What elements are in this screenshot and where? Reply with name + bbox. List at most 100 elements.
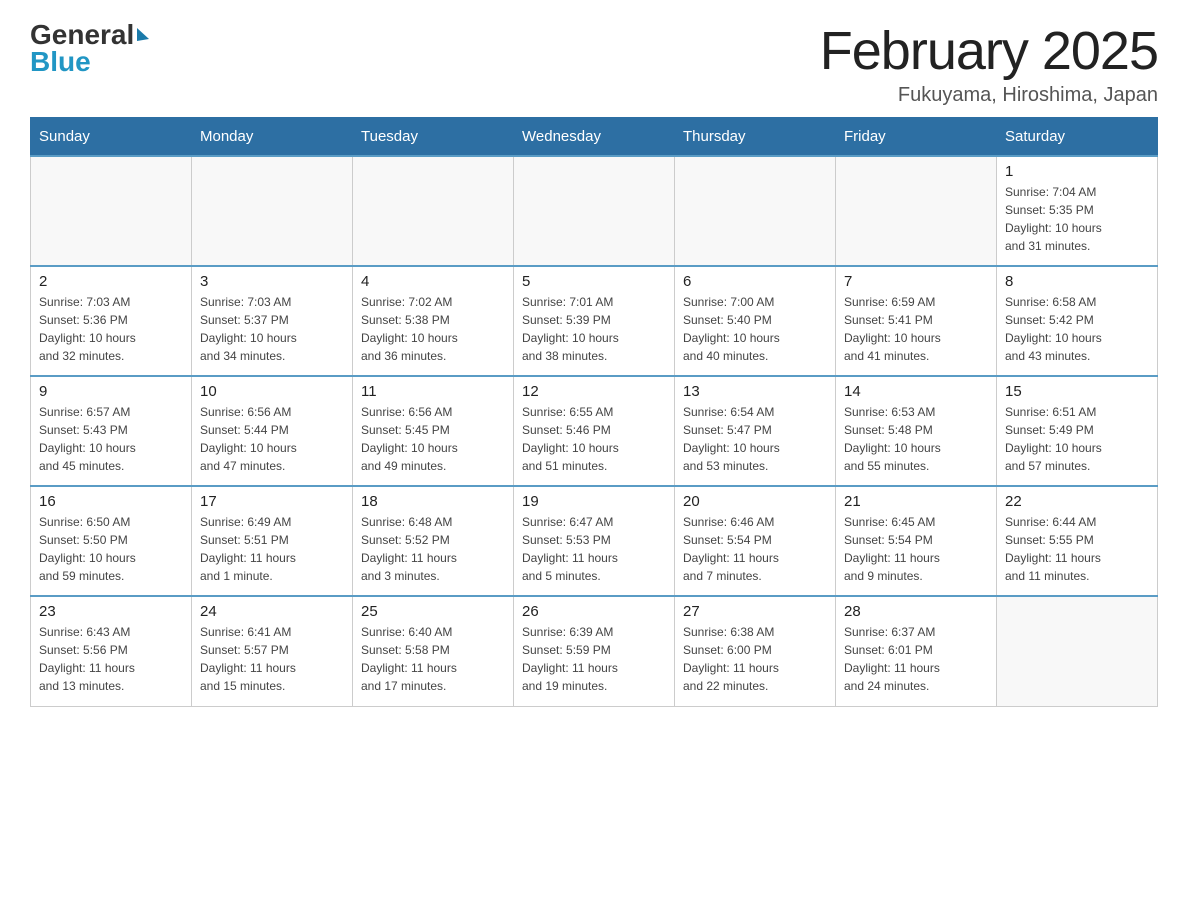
calendar-cell: 9 Sunrise: 6:57 AM Sunset: 5:43 PM Daylig… <box>31 376 192 486</box>
calendar-cell: 13 Sunrise: 6:54 AM Sunset: 5:47 PM Dayli… <box>675 376 836 486</box>
day-number: 21 <box>844 493 988 510</box>
calendar-cell: 23Sunrise: 6:43 AM Sunset: 5:56 PM Dayli… <box>31 596 192 706</box>
calendar-week-row: 16 Sunrise: 6:50 AM Sunset: 5:50 PM Dayli… <box>31 486 1158 596</box>
calendar-week-row: 1 Sunrise: 7:04 AM Sunset: 5:35 PM Daylig… <box>31 156 1158 266</box>
day-number: 6 <box>683 273 827 290</box>
calendar-cell <box>997 596 1158 706</box>
day-number: 9 <box>39 383 183 400</box>
day-number: 10 <box>200 383 344 400</box>
calendar-cell: 1 Sunrise: 7:04 AM Sunset: 5:35 PM Daylig… <box>997 156 1158 266</box>
calendar-cell: 10 Sunrise: 6:56 AM Sunset: 5:44 PM Dayli… <box>192 376 353 486</box>
calendar-week-row: 23Sunrise: 6:43 AM Sunset: 5:56 PM Dayli… <box>31 596 1158 706</box>
day-info: Sunrise: 6:49 AM Sunset: 5:51 PM Dayligh… <box>200 513 344 585</box>
day-number: 7 <box>844 273 988 290</box>
calendar-cell: 2 Sunrise: 7:03 AM Sunset: 5:36 PM Daylig… <box>31 266 192 376</box>
calendar-cell <box>514 156 675 266</box>
day-info: Sunrise: 6:44 AM Sunset: 5:55 PM Dayligh… <box>1005 513 1149 585</box>
calendar-cell: 26 Sunrise: 6:39 AM Sunset: 5:59 PM Dayli… <box>514 596 675 706</box>
day-number: 24 <box>200 603 344 620</box>
day-info: Sunrise: 6:43 AM Sunset: 5:56 PM Dayligh… <box>39 623 183 695</box>
calendar-cell: 12Sunrise: 6:55 AM Sunset: 5:46 PM Dayli… <box>514 376 675 486</box>
day-number: 20 <box>683 493 827 510</box>
calendar-week-row: 2 Sunrise: 7:03 AM Sunset: 5:36 PM Daylig… <box>31 266 1158 376</box>
col-friday: Friday <box>836 118 997 157</box>
calendar-cell: 27Sunrise: 6:38 AM Sunset: 6:00 PM Dayli… <box>675 596 836 706</box>
calendar-cell: 11 Sunrise: 6:56 AM Sunset: 5:45 PM Dayli… <box>353 376 514 486</box>
day-number: 16 <box>39 493 183 510</box>
day-info: Sunrise: 6:39 AM Sunset: 5:59 PM Dayligh… <box>522 623 666 695</box>
day-info: Sunrise: 6:46 AM Sunset: 5:54 PM Dayligh… <box>683 513 827 585</box>
day-info: Sunrise: 6:58 AM Sunset: 5:42 PM Dayligh… <box>1005 293 1149 365</box>
day-number: 11 <box>361 383 505 400</box>
day-info: Sunrise: 6:45 AM Sunset: 5:54 PM Dayligh… <box>844 513 988 585</box>
day-info: Sunrise: 6:55 AM Sunset: 5:46 PM Dayligh… <box>522 403 666 475</box>
day-info: Sunrise: 7:03 AM Sunset: 5:36 PM Dayligh… <box>39 293 183 365</box>
calendar-cell <box>675 156 836 266</box>
col-wednesday: Wednesday <box>514 118 675 157</box>
col-sunday: Sunday <box>31 118 192 157</box>
day-number: 25 <box>361 603 505 620</box>
calendar-header-row: Sunday Monday Tuesday Wednesday Thursday… <box>31 118 1158 157</box>
logo: General Blue <box>30 20 149 78</box>
day-info: Sunrise: 6:59 AM Sunset: 5:41 PM Dayligh… <box>844 293 988 365</box>
col-saturday: Saturday <box>997 118 1158 157</box>
day-number: 1 <box>1005 163 1149 180</box>
day-number: 5 <box>522 273 666 290</box>
calendar-cell <box>192 156 353 266</box>
col-tuesday: Tuesday <box>353 118 514 157</box>
calendar-cell <box>31 156 192 266</box>
calendar-cell: 16 Sunrise: 6:50 AM Sunset: 5:50 PM Dayli… <box>31 486 192 596</box>
day-info: Sunrise: 7:03 AM Sunset: 5:37 PM Dayligh… <box>200 293 344 365</box>
calendar-cell: 21 Sunrise: 6:45 AM Sunset: 5:54 PM Dayli… <box>836 486 997 596</box>
logo-arrow-icon <box>137 28 149 41</box>
day-info: Sunrise: 6:50 AM Sunset: 5:50 PM Dayligh… <box>39 513 183 585</box>
col-monday: Monday <box>192 118 353 157</box>
day-info: Sunrise: 6:53 AM Sunset: 5:48 PM Dayligh… <box>844 403 988 475</box>
day-number: 28 <box>844 603 988 620</box>
location: Fukuyama, Hiroshima, Japan <box>820 84 1158 107</box>
day-number: 26 <box>522 603 666 620</box>
day-info: Sunrise: 6:51 AM Sunset: 5:49 PM Dayligh… <box>1005 403 1149 475</box>
calendar-cell: 15Sunrise: 6:51 AM Sunset: 5:49 PM Dayli… <box>997 376 1158 486</box>
day-number: 2 <box>39 273 183 290</box>
day-number: 13 <box>683 383 827 400</box>
logo-blue: Blue <box>30 47 149 78</box>
day-number: 19 <box>522 493 666 510</box>
calendar-cell: 4Sunrise: 7:02 AM Sunset: 5:38 PM Daylig… <box>353 266 514 376</box>
day-info: Sunrise: 6:56 AM Sunset: 5:45 PM Dayligh… <box>361 403 505 475</box>
calendar-table: Sunday Monday Tuesday Wednesday Thursday… <box>30 117 1158 707</box>
calendar-cell: 3Sunrise: 7:03 AM Sunset: 5:37 PM Daylig… <box>192 266 353 376</box>
day-info: Sunrise: 7:04 AM Sunset: 5:35 PM Dayligh… <box>1005 183 1149 255</box>
day-number: 17 <box>200 493 344 510</box>
day-info: Sunrise: 6:47 AM Sunset: 5:53 PM Dayligh… <box>522 513 666 585</box>
day-info: Sunrise: 6:56 AM Sunset: 5:44 PM Dayligh… <box>200 403 344 475</box>
calendar-cell: 7 Sunrise: 6:59 AM Sunset: 5:41 PM Daylig… <box>836 266 997 376</box>
day-info: Sunrise: 6:37 AM Sunset: 6:01 PM Dayligh… <box>844 623 988 695</box>
day-number: 27 <box>683 603 827 620</box>
calendar-cell: 5Sunrise: 7:01 AM Sunset: 5:39 PM Daylig… <box>514 266 675 376</box>
calendar-cell: 25 Sunrise: 6:40 AM Sunset: 5:58 PM Dayli… <box>353 596 514 706</box>
calendar-cell: 24 Sunrise: 6:41 AM Sunset: 5:57 PM Dayli… <box>192 596 353 706</box>
day-info: Sunrise: 7:02 AM Sunset: 5:38 PM Dayligh… <box>361 293 505 365</box>
calendar-cell <box>353 156 514 266</box>
title-block: February 2025 Fukuyama, Hiroshima, Japan <box>820 20 1158 107</box>
day-info: Sunrise: 6:57 AM Sunset: 5:43 PM Dayligh… <box>39 403 183 475</box>
day-number: 18 <box>361 493 505 510</box>
calendar-cell: 22 Sunrise: 6:44 AM Sunset: 5:55 PM Dayli… <box>997 486 1158 596</box>
day-info: Sunrise: 6:54 AM Sunset: 5:47 PM Dayligh… <box>683 403 827 475</box>
day-number: 14 <box>844 383 988 400</box>
calendar-cell: 6Sunrise: 7:00 AM Sunset: 5:40 PM Daylig… <box>675 266 836 376</box>
calendar-cell: 17 Sunrise: 6:49 AM Sunset: 5:51 PM Dayli… <box>192 486 353 596</box>
page-header: General Blue February 2025 Fukuyama, Hir… <box>30 20 1158 107</box>
day-info: Sunrise: 6:41 AM Sunset: 5:57 PM Dayligh… <box>200 623 344 695</box>
col-thursday: Thursday <box>675 118 836 157</box>
calendar-cell: 14 Sunrise: 6:53 AM Sunset: 5:48 PM Dayli… <box>836 376 997 486</box>
day-number: 22 <box>1005 493 1149 510</box>
day-info: Sunrise: 6:48 AM Sunset: 5:52 PM Dayligh… <box>361 513 505 585</box>
calendar-cell: 18 Sunrise: 6:48 AM Sunset: 5:52 PM Dayli… <box>353 486 514 596</box>
day-info: Sunrise: 6:40 AM Sunset: 5:58 PM Dayligh… <box>361 623 505 695</box>
calendar-cell: 19 Sunrise: 6:47 AM Sunset: 5:53 PM Dayli… <box>514 486 675 596</box>
month-title: February 2025 <box>820 20 1158 82</box>
calendar-week-row: 9 Sunrise: 6:57 AM Sunset: 5:43 PM Daylig… <box>31 376 1158 486</box>
calendar-cell: 8Sunrise: 6:58 AM Sunset: 5:42 PM Daylig… <box>997 266 1158 376</box>
